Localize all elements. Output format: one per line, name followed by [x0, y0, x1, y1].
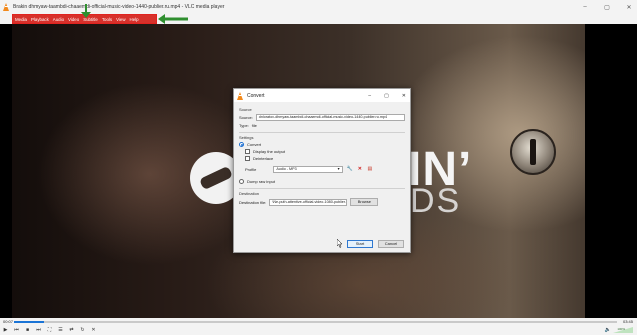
lock-cylinder-image [510, 129, 556, 175]
dialog-window-controls: – ▢ ✕ [368, 89, 406, 102]
convert-dialog: Convert – ▢ ✕ Source Source: dnloratov-d… [233, 88, 411, 253]
dialog-title: Convert [247, 92, 265, 99]
type-value: file [251, 123, 257, 128]
dump-raw-radio[interactable] [239, 179, 244, 184]
playlist-button[interactable]: ☰ [57, 326, 64, 334]
dialog-footer: Start Cancel [347, 240, 404, 248]
window-controls: – ▢ ✕ [581, 0, 633, 14]
menu-audio[interactable]: Audio [53, 17, 64, 22]
browse-button[interactable]: Browse [350, 198, 379, 206]
window-titlebar: Brakin dhmyaw-taambdi-chaaemdi-official-… [0, 0, 637, 14]
total-time: 03:45 [622, 319, 633, 324]
dump-raw-label: Dump raw input [247, 179, 276, 184]
dialog-minimize-button[interactable]: – [368, 93, 371, 99]
volume-slider[interactable]: 100% [611, 326, 633, 334]
source-section-label: Source [239, 107, 252, 112]
destination-section-label: Destination [239, 191, 260, 196]
window-title: Brakin dhmyaw-taambdi-chaaemdi-official-… [13, 4, 225, 10]
vlc-logo-icon [3, 3, 10, 11]
elapsed-time: 00:07 [3, 319, 14, 324]
video-letterbox-right [585, 24, 637, 318]
convert-radio-label: Convert [247, 142, 262, 147]
arrow-left-icon [158, 14, 188, 24]
divider [239, 188, 405, 189]
shuffle-button[interactable]: ⇄ [68, 326, 75, 334]
arrow-down-top-icon [81, 4, 91, 18]
profile-dropdown[interactable]: Audio - MP3 ▼ [273, 166, 344, 173]
menu-media[interactable]: Media [15, 17, 27, 22]
close-button[interactable]: ✕ [625, 4, 633, 11]
fullscreen-button[interactable]: ⛶ [46, 326, 53, 334]
menu-view[interactable]: View [116, 17, 125, 22]
playback-buttons: ▶ ⏮ ■ ⏭ ⛶ ☰ ⇄ ↻ ✕ [2, 326, 97, 334]
play-button[interactable]: ▶ [2, 326, 9, 334]
convert-radio[interactable] [239, 142, 244, 147]
deinterlace-label: Deinterlace [253, 156, 274, 161]
cancel-button[interactable]: Cancel [378, 240, 404, 248]
video-logo-text-bottom: DS [410, 182, 462, 220]
seek-bar-fill [14, 321, 45, 323]
source-field[interactable]: dnloratov-dhmyaw-taambdi-chaaemdi-offici… [255, 114, 405, 121]
minimize-button[interactable]: – [581, 4, 589, 10]
maximize-button[interactable]: ▢ [603, 4, 611, 11]
volume-label: 100% [617, 327, 625, 331]
menu-video[interactable]: Video [68, 17, 79, 22]
vlc-logo-icon [237, 91, 244, 100]
player-controls: 00:07 03:45 ▶ ⏮ ■ ⏭ ⛶ ☰ ⇄ ↻ ✕ 🔈 100% [0, 318, 637, 335]
loop-button[interactable]: ↻ [79, 326, 86, 334]
destination-field[interactable]: \Ne-puth-attentive-official-video-1080-p… [269, 198, 348, 206]
start-button[interactable]: Start [347, 240, 373, 248]
seek-bar[interactable] [14, 321, 617, 323]
wrench-icon[interactable]: 🔧 [346, 166, 353, 173]
mouse-cursor-icon [337, 239, 343, 248]
display-output-checkbox[interactable] [245, 149, 250, 154]
chevron-down-icon: ▼ [336, 167, 341, 171]
destination-label: Destination file: [239, 199, 267, 205]
menu-help[interactable]: Help [130, 17, 139, 22]
delete-profile-icon[interactable]: ✕ [356, 166, 363, 173]
deinterlace-checkbox[interactable] [245, 156, 250, 161]
profile-value: Audio - MP3 [276, 167, 297, 171]
next-button[interactable]: ⏭ [35, 326, 42, 334]
stop-button[interactable]: ■ [24, 326, 31, 334]
display-output-label: Display the output [253, 149, 286, 154]
dialog-close-button[interactable]: ✕ [402, 93, 406, 99]
dialog-maximize-button[interactable]: ▢ [384, 93, 389, 99]
source-label: Source: [239, 115, 253, 120]
menu-playback[interactable]: Playback [31, 17, 49, 22]
dialog-titlebar: Convert – ▢ ✕ [234, 89, 410, 102]
dialog-body: Source Source: dnloratov-dhmyaw-taambdi-… [234, 102, 410, 254]
video-letterbox-left [0, 24, 12, 318]
menu-bar: Media Playback Audio Video Subtitle Tool… [0, 14, 637, 24]
type-label: Type: [239, 123, 249, 128]
settings-section-label: Settings [239, 135, 254, 140]
random-button[interactable]: ✕ [90, 326, 97, 334]
divider [239, 132, 405, 133]
profile-label: Profile [245, 167, 257, 172]
new-profile-icon[interactable]: ▤ [366, 166, 373, 173]
previous-button[interactable]: ⏮ [13, 326, 20, 334]
menu-tools[interactable]: Tools [102, 17, 112, 22]
